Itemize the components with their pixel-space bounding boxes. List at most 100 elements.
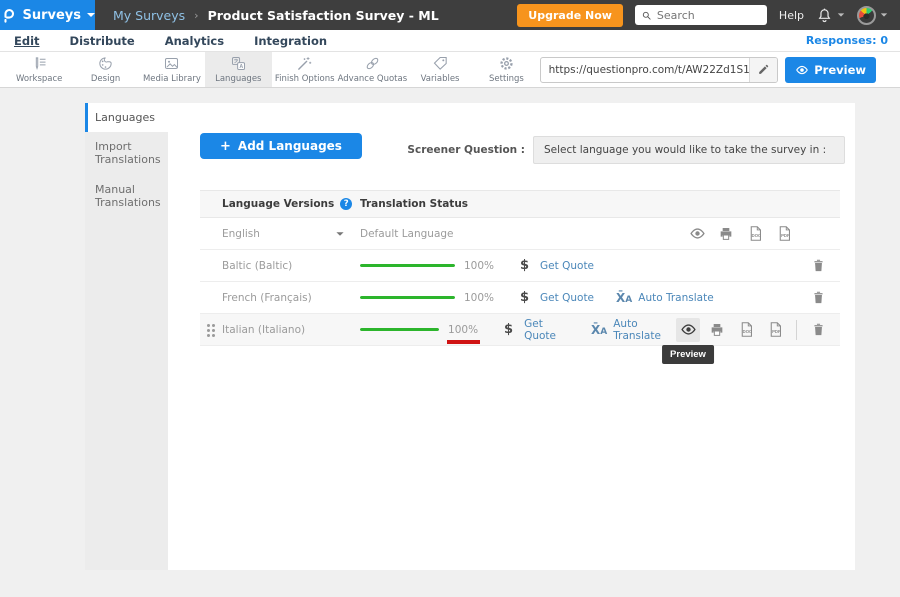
get-quote-link[interactable]: Get Quote: [540, 260, 594, 272]
languages-icon: [230, 55, 247, 72]
help-question-icon[interactable]: ?: [340, 198, 352, 210]
global-search[interactable]: [635, 5, 767, 25]
toolbar-tab-variables[interactable]: Variables: [407, 52, 473, 87]
download-pdf-button[interactable]: [763, 318, 787, 342]
plus-icon: +: [220, 139, 231, 154]
tab-distribute[interactable]: Distribute: [69, 32, 136, 50]
toolbar-tab-settings[interactable]: Settings: [473, 52, 539, 87]
product-switcher[interactable]: Surveys: [0, 0, 95, 30]
tab-integration[interactable]: Integration: [253, 32, 328, 50]
tab-edit[interactable]: Edit: [13, 32, 41, 50]
trash-icon: [811, 258, 826, 273]
translation-progress-bar: [360, 296, 455, 299]
languages-panel: + Add Languages Screener Question : Sele…: [168, 103, 855, 570]
delete-language-button[interactable]: [806, 254, 830, 278]
auto-translate-link[interactable]: Auto Translate: [638, 292, 713, 304]
download-doc-button[interactable]: [734, 318, 758, 342]
language-versions-table: Language Versions ? Translation Status E…: [200, 190, 840, 346]
pencil-icon: [757, 63, 770, 76]
responses-count[interactable]: Responses: 0: [806, 34, 888, 47]
table-row-baltic: Baltic (Baltic) 100% $ Get Quote: [200, 250, 840, 282]
print-button[interactable]: [714, 222, 738, 246]
account-menu[interactable]: [857, 6, 888, 25]
sidebar-item-languages[interactable]: Languages: [85, 103, 168, 132]
toolbar-tab-design[interactable]: Design: [72, 52, 138, 87]
product-name: Surveys: [22, 8, 81, 23]
toolbar-tab-media-library[interactable]: Media Library: [139, 52, 205, 87]
preview-language-button[interactable]: [685, 222, 709, 246]
table-row-english: English Default Language: [200, 218, 840, 250]
eye-icon: [689, 225, 706, 242]
preview-button[interactable]: Preview: [785, 57, 876, 83]
eye-icon: [795, 63, 809, 77]
add-languages-button[interactable]: + Add Languages: [200, 133, 362, 159]
tab-analytics[interactable]: Analytics: [164, 32, 225, 50]
print-button[interactable]: [705, 318, 729, 342]
language-name: French (Français): [222, 292, 312, 304]
screener-question-select[interactable]: Select language you would like to take t…: [533, 136, 845, 164]
get-quote-link[interactable]: Get Quote: [540, 292, 594, 304]
screener-question-group: Screener Question : Select language you …: [407, 136, 845, 164]
header-translation-status: Translation Status: [360, 198, 468, 210]
language-name: English: [222, 228, 260, 240]
survey-url[interactable]: https://questionpro.com/t/AW22Zd1S1: [541, 64, 750, 76]
workspace-icon: [31, 55, 48, 72]
help-link[interactable]: Help: [779, 9, 804, 22]
download-pdf-button[interactable]: [772, 222, 796, 246]
doc-file-icon: [747, 225, 764, 242]
toolbar-tab-languages[interactable]: Languages: [205, 52, 271, 87]
delete-language-button[interactable]: [806, 286, 830, 310]
language-name: Baltic (Baltic): [222, 260, 292, 272]
survey-url-field: https://questionpro.com/t/AW22Zd1S1: [540, 57, 779, 83]
search-input[interactable]: [657, 9, 757, 22]
toolbar-tab-finish-options[interactable]: Finish Options: [272, 52, 338, 87]
notifications-menu[interactable]: [816, 7, 845, 24]
dollar-icon[interactable]: $: [520, 258, 529, 273]
progress-percent: 100%: [464, 260, 494, 272]
preview-button-label: Preview: [814, 63, 866, 77]
breadcrumb-my-surveys[interactable]: My Surveys: [113, 8, 185, 23]
delete-language-button[interactable]: [806, 318, 830, 342]
toolbar-tab-advance-quotas[interactable]: Advance Quotas: [338, 52, 407, 87]
get-quote-link[interactable]: Get Quote: [524, 318, 569, 342]
printer-icon: [718, 226, 734, 242]
toolbar-tab-label: Finish Options: [275, 74, 335, 84]
bell-icon: [816, 7, 833, 24]
default-language-label: Default Language: [360, 228, 454, 240]
search-icon: [641, 10, 652, 21]
chevron-down-icon: [881, 13, 887, 16]
trash-icon: [811, 290, 826, 305]
progress-percent: 100%: [464, 292, 494, 304]
chevron-down-icon[interactable]: [336, 232, 343, 236]
add-languages-label: Add Languages: [238, 139, 342, 153]
upgrade-now-button[interactable]: Upgrade Now: [517, 4, 623, 27]
media-library-icon: [163, 55, 180, 72]
preview-tooltip: Preview: [662, 345, 714, 364]
row-actions: Preview: [676, 318, 840, 342]
sidebar-item-import-translations[interactable]: Import Translations: [85, 132, 168, 174]
auto-translate-icon[interactable]: X̄A: [616, 291, 632, 305]
auto-translate-link[interactable]: Auto Translate: [613, 318, 676, 342]
auto-translate-icon[interactable]: X̄A: [591, 323, 607, 337]
dollar-icon[interactable]: $: [520, 290, 529, 305]
progress-percent-annotated: 100%: [448, 324, 478, 336]
row-actions: [806, 286, 840, 310]
breadcrumb: My Surveys › Product Satisfaction Survey…: [113, 8, 439, 23]
finish-options-icon: [296, 55, 313, 72]
trash-icon: [811, 322, 826, 337]
toolbar-tab-label: Languages: [215, 74, 261, 84]
sidebar-item-manual-translations[interactable]: Manual Translations: [85, 175, 168, 217]
edit-url-button[interactable]: [749, 57, 777, 83]
toolbar-tab-label: Settings: [489, 74, 524, 84]
translation-progress-bar: [360, 264, 455, 267]
language-name: Italian (Italiano): [222, 324, 305, 336]
toolbar-tab-workspace[interactable]: Workspace: [6, 52, 72, 87]
dollar-icon[interactable]: $: [504, 322, 513, 337]
row-actions: [806, 254, 840, 278]
survey-section-nav: Edit Distribute Analytics Integration Re…: [0, 30, 900, 52]
preview-language-button[interactable]: Preview: [676, 318, 700, 342]
questionpro-logo-icon: [0, 7, 16, 24]
divider: [796, 320, 797, 340]
download-doc-button[interactable]: [743, 222, 767, 246]
chevron-down-icon: [838, 13, 844, 16]
